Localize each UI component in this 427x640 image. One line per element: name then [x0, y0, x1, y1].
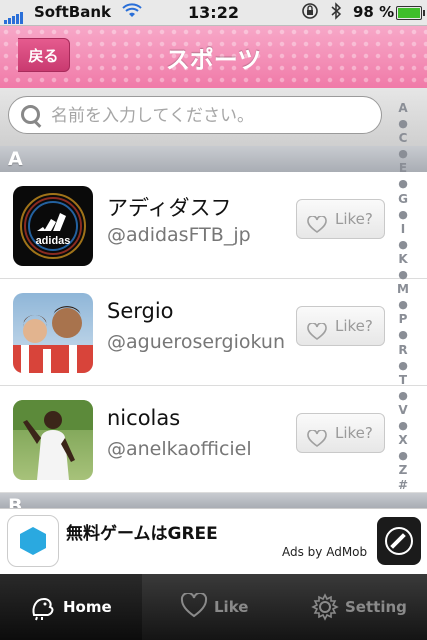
index-dot[interactable]: ●	[392, 146, 414, 161]
battery-percent: 98 %	[353, 3, 395, 21]
rotation-lock-icon	[300, 2, 320, 24]
index-letter[interactable]: C	[392, 131, 414, 146]
index-letter[interactable]: X	[392, 433, 414, 448]
list-item[interactable]: Sergio @aguerosergiokun Like?	[0, 279, 427, 386]
section-header-a: A	[0, 146, 427, 172]
index-letter[interactable]: Z	[392, 463, 414, 478]
section-header-b: B	[0, 493, 427, 508]
avatar: adidas	[13, 186, 93, 266]
navigation-bar: 戻る スポーツ	[0, 26, 427, 89]
index-dot[interactable]: ●	[392, 116, 414, 131]
user-name: アディダスフ	[107, 196, 232, 220]
tab-like[interactable]: Like	[142, 574, 284, 640]
search-icon	[21, 105, 40, 124]
battery-icon	[396, 6, 425, 20]
status-bar: SoftBank 13:22 98 %	[0, 0, 427, 26]
index-dot[interactable]: ●	[392, 297, 414, 312]
ad-title: 無料ゲームはGREE	[66, 524, 218, 544]
like-button[interactable]: Like?	[296, 306, 385, 346]
tab-label: Home	[63, 598, 112, 616]
ad-banner[interactable]: 無料ゲームはGREE Ads by AdMob	[0, 508, 427, 575]
user-handle: @adidasFTB_jp	[107, 224, 251, 246]
hexagon-icon	[20, 527, 46, 555]
index-dot[interactable]: ●	[392, 327, 414, 342]
heart-icon	[307, 317, 327, 355]
index-dot[interactable]: ●	[392, 418, 414, 433]
section-index[interactable]: A ● C ● E ● G ● I ● K ● M ● P ● R ● T ● V ● X ● Z #	[392, 101, 414, 494]
index-dot[interactable]: ●	[392, 448, 414, 463]
index-letter[interactable]: T	[392, 373, 414, 388]
like-label: Like?	[335, 317, 373, 335]
index-dot[interactable]: ●	[392, 176, 414, 191]
user-handle: @anelkaofficiel	[107, 438, 252, 460]
heart-icon	[307, 424, 327, 462]
user-name: nicolas	[107, 406, 181, 430]
compass-icon[interactable]	[377, 517, 421, 565]
index-dot[interactable]: ●	[392, 207, 414, 222]
user-handle: @aguerosergiokun	[107, 331, 285, 353]
avatar	[13, 400, 93, 480]
app-icon	[7, 515, 59, 567]
bird-icon	[28, 593, 56, 621]
tab-label: Setting	[345, 598, 407, 616]
index-letter[interactable]: G	[392, 192, 414, 207]
index-dot[interactable]: ●	[392, 358, 414, 373]
like-button[interactable]: Like?	[296, 199, 385, 239]
like-button[interactable]: Like?	[296, 413, 385, 453]
list-item[interactable]: adidas アディダスフ @adidasFTB_jp Like?	[0, 172, 427, 279]
search-box[interactable]	[8, 96, 382, 134]
avatar	[13, 293, 93, 373]
index-letter[interactable]: #	[392, 478, 414, 493]
tab-bar: Home Like Setting	[0, 574, 427, 640]
like-label: Like?	[335, 210, 373, 228]
search-bar	[0, 88, 427, 147]
index-dot[interactable]: ●	[392, 267, 414, 282]
heart-icon	[307, 210, 327, 248]
index-dot[interactable]: ●	[392, 388, 414, 403]
bluetooth-icon	[330, 2, 342, 24]
tab-setting[interactable]: Setting	[285, 574, 427, 640]
ad-attribution: Ads by AdMob	[282, 545, 368, 559]
heart-icon	[180, 591, 208, 621]
index-dot[interactable]: ●	[392, 237, 414, 252]
index-letter[interactable]: V	[392, 403, 414, 418]
tab-label: Like	[214, 598, 249, 616]
index-letter[interactable]: E	[392, 161, 414, 176]
index-letter[interactable]: P	[392, 312, 414, 327]
svg-text:adidas: adidas	[36, 235, 71, 247]
gear-icon	[311, 593, 339, 621]
index-letter[interactable]: A	[392, 101, 414, 116]
index-letter[interactable]: I	[392, 222, 414, 237]
page-title: スポーツ	[165, 46, 262, 74]
index-letter[interactable]: K	[392, 252, 414, 267]
index-letter[interactable]: R	[392, 343, 414, 358]
like-label: Like?	[335, 424, 373, 442]
user-name: Sergio	[107, 299, 174, 323]
search-input[interactable]	[49, 101, 373, 131]
index-letter[interactable]: M	[392, 282, 414, 297]
list-item[interactable]: nicolas @anelkaofficiel Like?	[0, 386, 427, 493]
tab-home[interactable]: Home	[0, 574, 142, 640]
